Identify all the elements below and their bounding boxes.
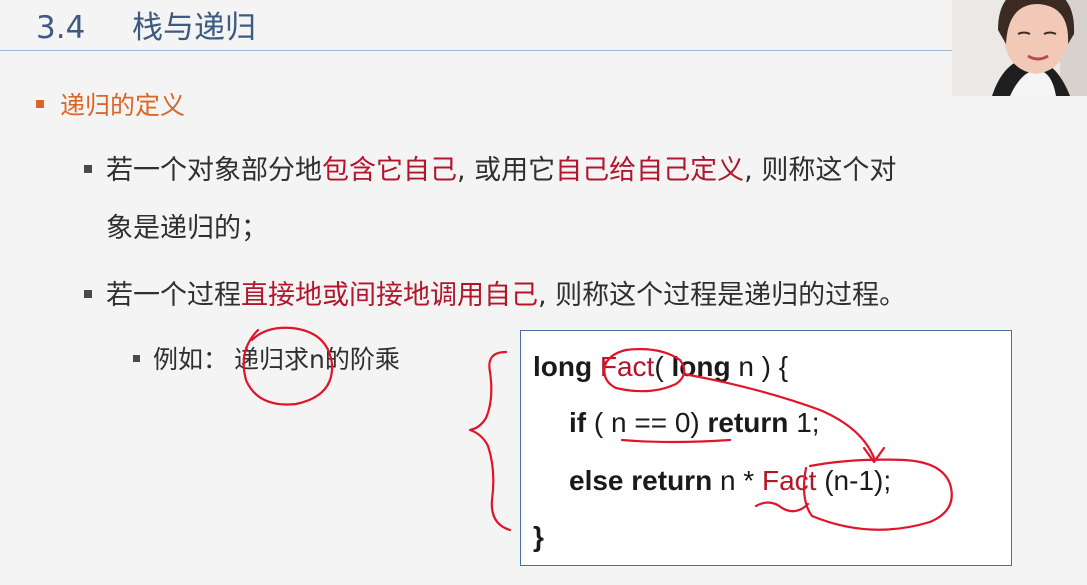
code-line-1: long Fact( long n ) { [533,351,788,383]
square-bullet-icon [84,164,92,173]
point-1: 若一个对象部分地包含它自己, 或用它自己给自己定义, 则称这个对 [84,148,896,187]
code-keyword: return [707,407,789,438]
square-bullet-icon [84,289,92,298]
example-text: 递归求n的阶乘 [234,345,400,374]
code-function-name: Fact [761,465,817,496]
code-line-3: else return n * Fact (n-1); [569,465,891,497]
heading-recursion-definition: 递归的定义 [36,86,185,122]
title-divider [0,50,952,51]
code-text: n ) { [730,351,789,382]
code-condition: ( n == 0) [586,407,708,438]
point-1-text: 若一个对象部分地 [106,155,322,186]
code-return-value: 1; [788,407,820,438]
point-1-emphasis-2: 自己给自己定义 [555,155,745,186]
heading-text: 递归的定义 [60,91,186,120]
example-label: 例如： [153,345,229,374]
slide-title: 3.4 栈与递归 [36,4,256,52]
code-keyword: long [671,351,731,382]
point-2-text-2: , 则称这个过程是递归的过程。 [538,280,907,311]
code-text: n * [712,465,762,496]
point-1-continuation: 象是递归的； [106,213,268,244]
code-close-brace: } [533,521,544,552]
section-number: 3.4 [36,10,86,46]
code-keyword: long [533,351,593,382]
presenter-video-icon [952,0,1087,96]
point-2-emphasis: 直接地或间接地调用自己 [241,280,538,311]
square-bullet-icon [36,100,44,108]
section-title: 栈与递归 [132,10,256,46]
example-line: 例如： 递归求n的阶乘 [133,340,400,376]
code-keyword: if [569,407,587,438]
point-1-text-2: , 或用它 [457,155,556,186]
code-function-name: Fact [599,351,655,382]
code-line-2: if ( n == 0) return 1; [569,407,820,439]
code-text: (n-1); [816,465,892,496]
webcam-overlay [952,0,1087,96]
brace-annotation-icon [468,350,512,532]
code-line-4: } [533,521,544,553]
square-bullet-icon [133,354,140,362]
point-1-text-3: , 则称这个对 [744,155,897,186]
point-2: 若一个过程直接地或间接地调用自己, 则称这个过程是递归的过程。 [84,273,906,312]
code-paren: ( [654,351,664,382]
point-1-emphasis-1: 包含它自己 [322,155,457,186]
code-keyword: else return [569,465,713,496]
code-box: long Fact( long n ) { if ( n == 0) retur… [520,330,1012,566]
point-2-text: 若一个过程 [106,280,241,311]
